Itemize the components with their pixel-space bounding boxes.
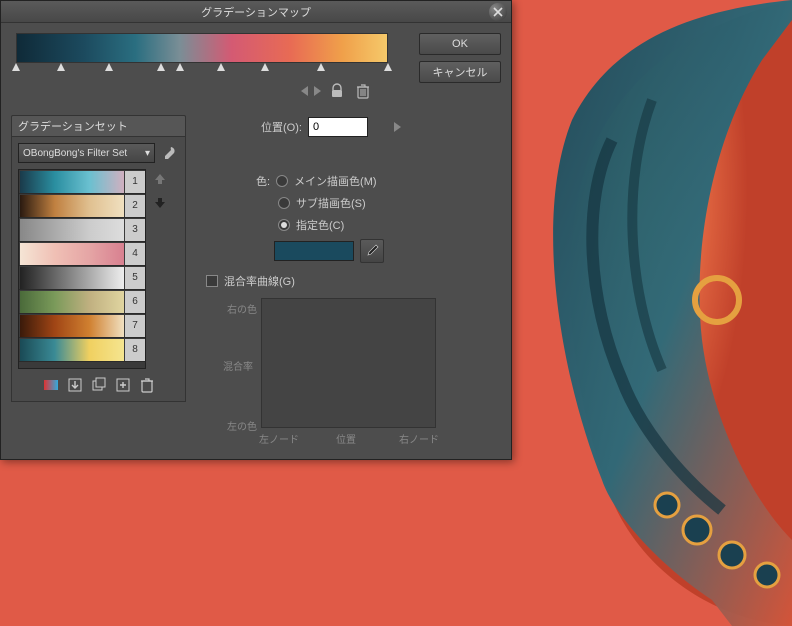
right-color-label: 右の色	[227, 301, 257, 316]
apply-gradient-button[interactable]	[41, 375, 61, 395]
preset-settings-button[interactable]	[159, 143, 179, 163]
mix-curve-checkbox[interactable]	[206, 275, 218, 287]
save-preset-button[interactable]	[65, 375, 85, 395]
move-down-button[interactable]	[150, 193, 170, 213]
cancel-button[interactable]: キャンセル	[419, 61, 501, 83]
arrow-up-icon	[153, 172, 167, 186]
mix-rate-label: 混合率	[223, 358, 253, 373]
gradient-stop[interactable]	[261, 63, 269, 71]
wrench-icon	[162, 146, 176, 160]
preset-item[interactable]: 4	[19, 242, 145, 266]
left-color-label: 左の色	[227, 418, 257, 433]
preset-item[interactable]: 2	[19, 194, 145, 218]
preset-list[interactable]: 12345678	[18, 169, 146, 369]
gradient-icon	[43, 377, 59, 393]
preset-swatch	[20, 315, 124, 337]
color-swatch[interactable]	[274, 241, 354, 261]
arrow-down-icon	[153, 196, 167, 210]
save-down-icon	[67, 377, 83, 393]
trash-icon[interactable]	[353, 81, 373, 101]
radio-main-label: メイン描画色(M)	[294, 173, 377, 189]
duplicate-icon	[91, 377, 107, 393]
preset-number: 5	[125, 267, 145, 289]
radio-specified-label: 指定色(C)	[296, 217, 344, 233]
gradient-stop[interactable]	[317, 63, 325, 71]
gradient-stop[interactable]	[105, 63, 113, 71]
ok-button[interactable]: OK	[419, 33, 501, 55]
preset-item[interactable]: 8	[19, 338, 145, 362]
duplicate-preset-button[interactable]	[89, 375, 109, 395]
preset-item[interactable]: 5	[19, 266, 145, 290]
gradient-stop[interactable]	[12, 63, 20, 71]
titlebar[interactable]: グラデーションマップ	[1, 1, 511, 23]
radio-sub-label: サブ描画色(S)	[296, 195, 366, 211]
gradient-stop[interactable]	[217, 63, 225, 71]
eyedropper-button[interactable]	[360, 239, 384, 263]
eyedropper-icon	[365, 244, 379, 258]
gradient-map-dialog: グラデーションマップ OK キャンセル 位置(O):	[0, 0, 512, 460]
new-icon	[115, 377, 131, 393]
close-button[interactable]	[489, 3, 507, 21]
preset-swatch	[20, 267, 124, 289]
curve-position-label: 位置	[336, 431, 356, 446]
preset-swatch	[20, 171, 124, 193]
move-up-button[interactable]	[150, 169, 170, 189]
radio-specified-color[interactable]	[278, 219, 290, 231]
right-node-label: 右ノード	[399, 431, 439, 446]
left-node-label: 左ノード	[259, 431, 299, 446]
preset-set-label: OBongBong's Filter Set	[23, 148, 127, 159]
gradient-stop[interactable]	[384, 63, 392, 71]
mix-curve-area[interactable]	[261, 298, 436, 428]
trash-icon	[140, 377, 154, 393]
preset-set-select[interactable]: OBongBong's Filter Set ▾	[18, 143, 155, 163]
preset-number: 7	[125, 315, 145, 337]
radio-sub-color[interactable]	[278, 197, 290, 209]
mix-curve-label: 混合率曲線(G)	[224, 273, 295, 289]
gradient-stop[interactable]	[157, 63, 165, 71]
preset-item[interactable]: 3	[19, 218, 145, 242]
preset-item[interactable]: 7	[19, 314, 145, 338]
chevron-down-icon: ▾	[145, 148, 150, 159]
preset-swatch	[20, 243, 124, 265]
preset-number: 4	[125, 243, 145, 265]
gradient-stop[interactable]	[57, 63, 65, 71]
preset-number: 6	[125, 291, 145, 313]
delete-preset-button[interactable]	[137, 375, 157, 395]
preset-swatch	[20, 195, 124, 217]
preset-header: グラデーションセット	[11, 115, 186, 137]
gradient-preview-bar[interactable]	[16, 33, 388, 63]
position-label: 位置(O):	[261, 119, 302, 135]
prev-stop-button[interactable]	[301, 86, 308, 96]
gradient-stops[interactable]	[16, 63, 388, 73]
close-icon	[493, 7, 503, 17]
position-input[interactable]	[308, 117, 368, 137]
preset-item[interactable]: 1	[19, 170, 145, 194]
preset-swatch	[20, 291, 124, 313]
preset-number: 3	[125, 219, 145, 241]
preset-item[interactable]: 6	[19, 290, 145, 314]
gradient-stop[interactable]	[176, 63, 184, 71]
preset-number: 2	[125, 195, 145, 217]
lock-icon[interactable]	[327, 81, 347, 101]
color-section-label: 色:	[256, 173, 270, 189]
dialog-title: グラデーションマップ	[201, 4, 311, 20]
new-preset-button[interactable]	[113, 375, 133, 395]
preset-swatch	[20, 339, 124, 361]
position-increment[interactable]	[394, 122, 401, 132]
next-stop-button[interactable]	[314, 86, 321, 96]
preset-swatch	[20, 219, 124, 241]
preset-number: 1	[125, 171, 145, 193]
preset-number: 8	[125, 339, 145, 361]
radio-main-color[interactable]	[276, 175, 288, 187]
